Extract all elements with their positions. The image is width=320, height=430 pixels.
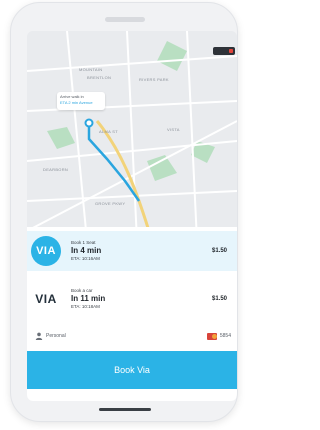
- ride-options-sheet: VIA Book 1 Seat In 4 min ETA: 10:16AM $1…: [27, 227, 237, 401]
- street-label: Mountain: [79, 67, 103, 72]
- pickup-marker: [84, 118, 94, 128]
- phone-frame: Mountain Brentlon Rivers Park Alma St Vi…: [10, 2, 238, 422]
- payment-profile-label: Personal: [46, 333, 66, 339]
- street-label: Vista: [167, 127, 180, 132]
- ride-arrival-time: In 11 min: [71, 294, 106, 303]
- ride-eta: ETA: 10:16AM: [71, 256, 100, 261]
- street-label: Alma St: [99, 129, 118, 134]
- home-indicator: [99, 408, 151, 411]
- ride-option-shared[interactable]: VIA Book 1 Seat In 4 min ETA: 10:16AM $1…: [27, 231, 237, 271]
- status-dot-icon: [229, 49, 233, 53]
- credit-card-icon: [206, 332, 217, 340]
- app-screen: Mountain Brentlon Rivers Park Alma St Vi…: [27, 31, 237, 401]
- via-logo-icon: VIA: [35, 292, 57, 306]
- ride-arrival-time: In 4 min: [71, 246, 102, 255]
- card-last4: 5854: [219, 333, 231, 339]
- via-logo-icon: VIA: [31, 236, 61, 266]
- pickup-info-bubble[interactable]: Arrive walk in ETA 2 min Avenue: [57, 92, 105, 110]
- ride-option-details: Book a car In 11 min ETA: 10:18AM: [71, 288, 212, 310]
- map-overlay-chip[interactable]: [213, 47, 235, 55]
- ride-price: $1.50: [211, 296, 227, 302]
- street-label: Dearborn: [43, 167, 69, 172]
- street-label: Rivers Park: [139, 77, 169, 82]
- person-icon: [35, 332, 43, 340]
- speaker-slot: [105, 17, 145, 22]
- ride-price: $1.50: [211, 248, 227, 254]
- ride-option-details: Book 1 Seat In 4 min ETA: 10:16AM: [71, 240, 212, 262]
- book-via-button[interactable]: Book Via: [27, 351, 237, 389]
- payment-selector[interactable]: Personal 5854: [27, 329, 237, 343]
- map-view[interactable]: [27, 31, 237, 241]
- street-label: Grove Pkwy: [95, 201, 126, 206]
- street-label: Brentlon: [87, 75, 112, 80]
- pickup-eta-text: ETA 2 min Avenue: [60, 100, 93, 105]
- ride-option-car[interactable]: VIA Book a car In 11 min ETA: 10:18AM $1…: [27, 279, 237, 319]
- ride-eta: ETA: 10:18AM: [71, 304, 100, 309]
